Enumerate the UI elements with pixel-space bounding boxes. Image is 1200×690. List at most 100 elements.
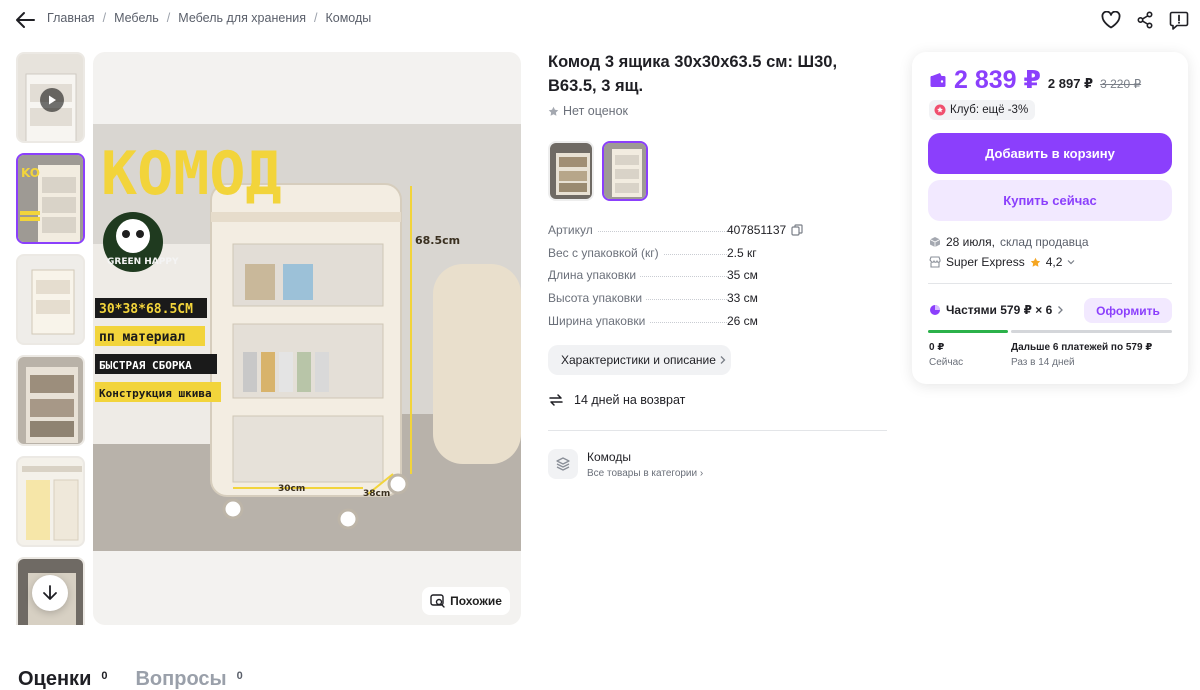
dim-depth-label: 38cm bbox=[363, 489, 390, 499]
spec-row: Длина упаковки 35 см bbox=[548, 268, 878, 291]
chevron-right-icon bbox=[1058, 306, 1064, 314]
product-title: Комод 3 ящика 30х30х63.5 см: Ш30, В63.5,… bbox=[548, 53, 838, 95]
divider bbox=[928, 283, 1172, 284]
spec-row: Вес с упаковкой (кг) 2.5 кг bbox=[548, 245, 878, 269]
price-card: 2 839 ₽ 2 897 ₽ 3 220 ₽ Клуб: ещё -3% До… bbox=[912, 52, 1188, 384]
buy-now-button[interactable]: Купить сейчас bbox=[928, 180, 1172, 221]
similar-button[interactable]: Похожие bbox=[422, 587, 510, 615]
photo-line-2: пп материал bbox=[99, 330, 185, 345]
tab-questions-label: Вопросы bbox=[135, 668, 227, 690]
variant-2[interactable] bbox=[602, 141, 648, 201]
spec-name: Длина упаковки bbox=[548, 268, 641, 283]
variant-1[interactable] bbox=[548, 141, 594, 201]
spec-value: 33 см bbox=[727, 291, 758, 306]
characteristics-button[interactable]: Характеристики и описание bbox=[548, 345, 731, 375]
breadcrumb-separator: / bbox=[313, 11, 318, 25]
star-icon bbox=[1030, 257, 1040, 267]
photo-heading: КОМОД bbox=[101, 139, 282, 209]
characteristics-label: Характеристики и описание bbox=[561, 353, 716, 367]
thumbnail-4[interactable] bbox=[16, 355, 85, 446]
main-product-image[interactable]: 68.5cm 30cm 38cm КОМОД GREEN HAPPY 30*38… bbox=[93, 52, 521, 625]
share-icon[interactable] bbox=[1134, 9, 1156, 31]
return-arrows-icon bbox=[549, 394, 563, 406]
similar-search-icon bbox=[430, 594, 445, 608]
copy-icon[interactable] bbox=[791, 224, 803, 236]
rating: Нет оценок bbox=[548, 104, 628, 118]
tab-questions-count: 0 bbox=[236, 670, 243, 682]
tabs: Оценки 0 Вопросы 0 bbox=[18, 668, 243, 690]
rating-text: Нет оценок bbox=[563, 104, 629, 118]
return-policy: 14 дней на возврат bbox=[548, 392, 685, 408]
spec-row: Высота упаковки 33 см bbox=[548, 291, 878, 314]
breadcrumb-separator: / bbox=[102, 11, 107, 25]
price-old: 3 220 ₽ bbox=[1100, 77, 1142, 91]
scroll-down-button[interactable] bbox=[32, 575, 68, 611]
chevron-right-icon bbox=[720, 356, 726, 364]
pie-icon bbox=[930, 305, 940, 315]
divider bbox=[548, 430, 887, 431]
report-icon[interactable] bbox=[1168, 9, 1190, 31]
top-actions bbox=[1100, 9, 1190, 31]
club-star-icon bbox=[934, 104, 946, 116]
plan-first-when: Сейчас bbox=[929, 357, 964, 368]
arrow-down-icon bbox=[43, 585, 57, 600]
plan-rest-amount: Дальше 6 платежей по 579 ₽ bbox=[1011, 342, 1153, 353]
breadcrumb-dressers[interactable]: Комоды bbox=[325, 11, 371, 25]
category-subtitle: Все товары в категории bbox=[587, 468, 698, 479]
photo-line-1: 30*38*68.5CM bbox=[99, 302, 193, 317]
thumbnail-2[interactable]: KO bbox=[16, 153, 85, 244]
tab-reviews[interactable]: Оценки 0 bbox=[18, 668, 107, 690]
installments-link[interactable]: Частями 579 ₽ × 6 bbox=[929, 303, 1064, 317]
spec-value: 35 см bbox=[727, 268, 758, 283]
installments-label: Частями 579 ₽ × 6 bbox=[946, 303, 1053, 317]
price-row: 2 839 ₽ 2 897 ₽ 3 220 ₽ bbox=[929, 65, 1141, 95]
delivery-source: склад продавца bbox=[999, 235, 1089, 249]
thumbnail-5[interactable] bbox=[16, 456, 85, 547]
star-icon bbox=[548, 106, 559, 116]
spec-name: Ширина упаковки bbox=[548, 313, 650, 328]
price-regular: 2 897 ₽ bbox=[1047, 76, 1094, 91]
club-badge[interactable]: Клуб: ещё -3% bbox=[929, 100, 1036, 120]
category-link[interactable]: Комоды Все товары в категории › bbox=[548, 449, 703, 479]
checkout-button[interactable]: Оформить bbox=[1084, 298, 1172, 323]
layers-icon bbox=[548, 449, 578, 479]
club-text: Клуб: ещё -3% bbox=[950, 104, 1029, 116]
dim-width-label: 30cm bbox=[278, 484, 305, 494]
store-icon bbox=[929, 256, 941, 268]
plan-first-amount: 0 ₽ bbox=[929, 342, 945, 353]
seller-rating: 4,2 bbox=[1045, 255, 1063, 269]
progress-paid bbox=[928, 330, 1008, 333]
dim-height-label: 68.5cm bbox=[415, 234, 460, 247]
plan-rest-when: Раз в 14 дней bbox=[1011, 357, 1075, 368]
spec-value: 407851137 bbox=[727, 223, 787, 237]
chevron-right-icon: › bbox=[699, 468, 704, 479]
add-to-cart-button[interactable]: Добавить в корзину bbox=[928, 133, 1172, 174]
spec-name: Артикул bbox=[548, 223, 597, 237]
spec-row: Артикул 407851137 bbox=[548, 223, 878, 246]
thumbnail-3[interactable] bbox=[16, 254, 85, 345]
spec-value: 2.5 кг bbox=[727, 245, 757, 260]
breadcrumb-home[interactable]: Главная bbox=[47, 11, 95, 25]
breadcrumb-storage[interactable]: Мебель для хранения bbox=[178, 11, 306, 25]
tab-questions[interactable]: Вопросы 0 bbox=[135, 668, 242, 690]
spec-value: 26 см bbox=[727, 313, 758, 328]
product-photo: 68.5cm 30cm 38cm КОМОД GREEN HAPPY 30*38… bbox=[93, 124, 521, 551]
svg-text:KO: KO bbox=[21, 166, 40, 180]
spec-name: Вес с упаковкой (кг) bbox=[548, 245, 663, 260]
price-main: 2 839 ₽ bbox=[954, 66, 1041, 94]
thumbnail-list: KO bbox=[16, 52, 87, 625]
top-bar: Главная / Мебель / Мебель для хранения /… bbox=[0, 0, 1200, 40]
progress-remaining bbox=[1011, 330, 1172, 333]
thumbnail-video[interactable] bbox=[16, 52, 85, 143]
brand-logo: GREEN HAPPY bbox=[107, 257, 179, 267]
back-arrow-icon[interactable] bbox=[14, 10, 36, 30]
specs-list: Артикул 407851137 Вес с упаковкой (кг) 2… bbox=[548, 223, 878, 336]
breadcrumb-furniture[interactable]: Мебель bbox=[114, 11, 159, 25]
tab-reviews-count: 0 bbox=[101, 670, 108, 682]
seller-info[interactable]: Super Express 4,2 bbox=[929, 255, 1075, 269]
favorite-heart-icon[interactable] bbox=[1100, 9, 1122, 31]
photo-line-4: Конструкция шкива bbox=[99, 387, 212, 400]
delivery-date: 28 июля, bbox=[946, 235, 995, 249]
breadcrumb-separator: / bbox=[166, 11, 171, 25]
delivery-info: 28 июля, склад продавца bbox=[929, 235, 1089, 249]
